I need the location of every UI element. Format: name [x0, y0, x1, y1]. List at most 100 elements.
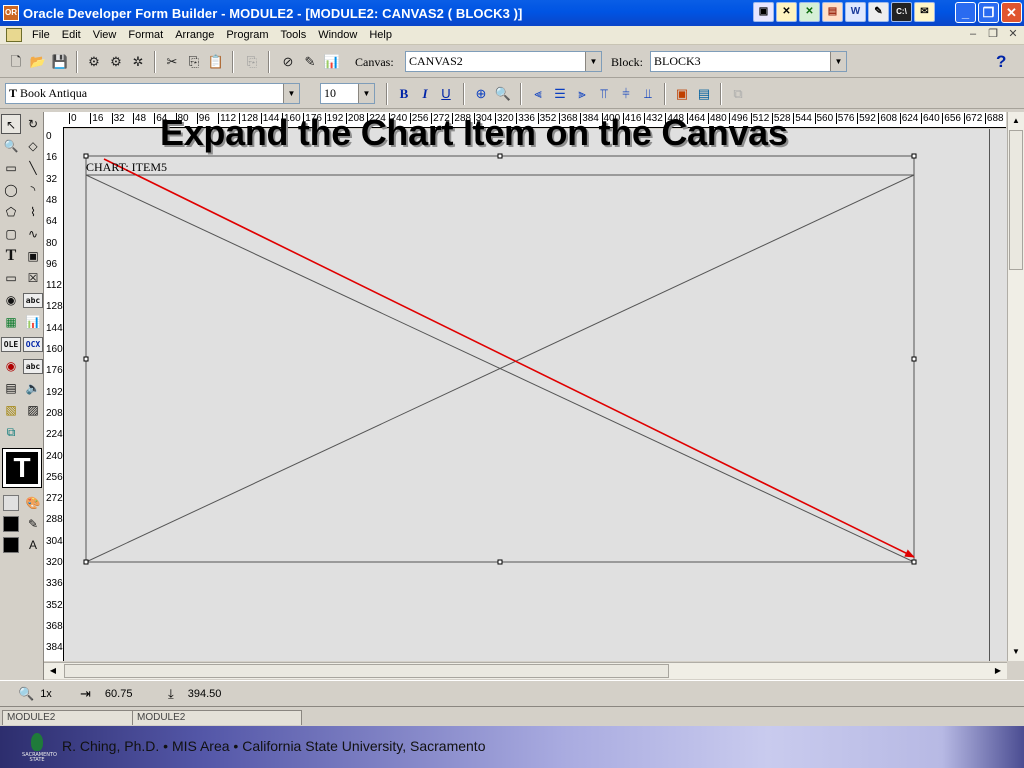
menu-file[interactable]: File: [26, 29, 56, 41]
vertical-scroll-thumb[interactable]: [1009, 130, 1023, 270]
button-tool-icon[interactable]: ▭: [1, 268, 21, 288]
display-item-tool-icon[interactable]: ◉: [1, 356, 21, 376]
tab-canvas-tool-icon[interactable]: ▤: [1, 378, 21, 398]
powerpoint-icon[interactable]: ✕: [776, 2, 797, 22]
align-bottom-icon[interactable]: ⫫: [638, 84, 658, 104]
text-color-swatch[interactable]: [3, 537, 19, 553]
paste-icon[interactable]: 📋: [206, 52, 226, 72]
mdi-close-button[interactable]: ✕: [1006, 28, 1020, 42]
menu-arrange[interactable]: Arrange: [169, 29, 220, 41]
polyline-tool-icon[interactable]: ⌇: [23, 202, 43, 222]
window-tab[interactable]: MODULE2: [132, 710, 302, 725]
document-icon[interactable]: [6, 28, 22, 42]
menu-window[interactable]: Window: [312, 29, 363, 41]
text-item-tool-icon[interactable]: abc: [23, 293, 43, 308]
resize-handle-right[interactable]: [911, 356, 917, 362]
zoom-in-icon[interactable]: ⊕: [471, 84, 491, 104]
arc-tool-icon[interactable]: ◝: [23, 180, 43, 200]
chevron-down-icon[interactable]: ▼: [830, 52, 846, 71]
new-icon[interactable]: 🗋: [6, 52, 26, 72]
chart-tool-icon[interactable]: 📊: [23, 312, 43, 332]
block-select[interactable]: BLOCK3 ▼: [650, 51, 847, 72]
quick-launch-icon[interactable]: ▣: [753, 2, 774, 22]
bean-area-tool-icon[interactable]: ⧉: [1, 422, 21, 442]
menu-format[interactable]: Format: [122, 29, 169, 41]
access-icon[interactable]: ▤: [822, 2, 843, 22]
chart-wizard-icon[interactable]: 📊: [322, 52, 342, 72]
zoom-out-icon[interactable]: 🔍: [493, 84, 513, 104]
edit-icon[interactable]: ✎: [300, 52, 320, 72]
font-select[interactable]: T Book Antiqua ▼: [5, 83, 300, 104]
chevron-down-icon[interactable]: ▼: [283, 84, 299, 103]
open-icon[interactable]: 📂: [28, 52, 48, 72]
copy-icon[interactable]: ⎘: [184, 52, 204, 72]
scroll-right-icon[interactable]: ▶: [991, 664, 1005, 678]
rectangle-tool-icon[interactable]: ▭: [1, 158, 21, 178]
run-form-icon[interactable]: ⚙: [106, 52, 126, 72]
menu-view[interactable]: View: [87, 29, 123, 41]
scroll-down-icon[interactable]: ▼: [1009, 645, 1023, 659]
chevron-down-icon[interactable]: ▼: [358, 84, 374, 103]
restore-button[interactable]: ❐: [978, 2, 999, 23]
chart-item-graphic[interactable]: [64, 129, 1007, 661]
clear-icon[interactable]: ⊘: [278, 52, 298, 72]
horizontal-scrollbar[interactable]: ◀ ▶: [44, 662, 1007, 679]
canvas-select[interactable]: CANVAS2 ▼: [405, 51, 602, 72]
send-to-back-icon[interactable]: ▤: [694, 84, 714, 104]
list-item-tool-icon[interactable]: abc: [23, 359, 43, 374]
line-tool-icon[interactable]: ╲: [23, 158, 43, 178]
horizontal-scroll-thumb[interactable]: [64, 664, 669, 678]
resize-handle-top-right[interactable]: [911, 153, 917, 159]
align-top-icon[interactable]: ⫪: [594, 84, 614, 104]
align-middle-icon[interactable]: ⫩: [616, 84, 636, 104]
text-tool-selected-icon[interactable]: T: [2, 448, 42, 488]
layout-canvas[interactable]: CHART: ITEM5: [64, 129, 1007, 661]
form-icon[interactable]: ✎: [868, 2, 889, 22]
help-button[interactable]: ?: [996, 52, 1006, 72]
rounded-rectangle-tool-icon[interactable]: ▢: [1, 224, 21, 244]
hierarchical-tree-tool-icon[interactable]: ▨: [23, 400, 43, 420]
save-icon[interactable]: 💾: [50, 52, 70, 72]
run-debug-icon[interactable]: ✲: [128, 52, 148, 72]
font-size-select[interactable]: 10 ▼: [320, 83, 375, 104]
resize-handle-bottom-left[interactable]: [83, 559, 89, 565]
group-icon[interactable]: ⧉: [728, 84, 748, 104]
line-color-icon[interactable]: ✎: [23, 514, 43, 534]
align-left-icon[interactable]: ⫷: [528, 84, 548, 104]
menu-tools[interactable]: Tools: [275, 29, 313, 41]
mdi-minimize-button[interactable]: –: [966, 28, 980, 42]
underline-button[interactable]: U: [436, 84, 456, 104]
vertical-scrollbar[interactable]: ▲ ▼: [1007, 112, 1024, 661]
select-tool-icon[interactable]: ↖: [1, 114, 21, 134]
resize-handle-left[interactable]: [83, 356, 89, 362]
command-prompt-icon[interactable]: C:\: [891, 2, 912, 22]
ellipse-tool-icon[interactable]: ◯: [1, 180, 21, 200]
scroll-left-icon[interactable]: ◀: [46, 664, 60, 678]
scroll-up-icon[interactable]: ▲: [1009, 114, 1023, 128]
menu-program[interactable]: Program: [220, 29, 274, 41]
reshape-tool-icon[interactable]: ◇: [23, 136, 43, 156]
italic-button[interactable]: I: [415, 84, 435, 104]
cut-icon[interactable]: ✂: [162, 52, 182, 72]
resize-handle-top[interactable]: [497, 153, 503, 159]
magnify-tool-icon[interactable]: 🔍: [1, 136, 21, 156]
polygon-tool-icon[interactable]: ⬠: [1, 202, 21, 222]
chevron-down-icon[interactable]: ▼: [585, 52, 601, 71]
sound-tool-icon[interactable]: 🔈: [23, 378, 43, 398]
align-right-icon[interactable]: ⫸: [572, 84, 592, 104]
excel-icon[interactable]: ✕: [799, 2, 820, 22]
minimize-button[interactable]: _: [955, 2, 976, 23]
menu-help[interactable]: Help: [363, 29, 398, 41]
frame-tool-icon[interactable]: ▣: [23, 246, 43, 266]
resize-handle-bottom-right[interactable]: [911, 559, 917, 565]
bring-to-front-icon[interactable]: ▣: [672, 84, 692, 104]
align-center-icon[interactable]: ☰: [550, 84, 570, 104]
rotate-tool-icon[interactable]: ↻: [23, 114, 43, 134]
word-icon[interactable]: W: [845, 2, 866, 22]
text-color-icon[interactable]: A: [23, 535, 43, 555]
resize-handle-top-left[interactable]: [83, 153, 89, 159]
folder-icon[interactable]: ✉: [914, 2, 935, 22]
radio-button-tool-icon[interactable]: ◉: [1, 290, 21, 310]
fill-color-icon[interactable]: 🎨: [23, 493, 43, 513]
resize-handle-bottom[interactable]: [497, 559, 503, 565]
